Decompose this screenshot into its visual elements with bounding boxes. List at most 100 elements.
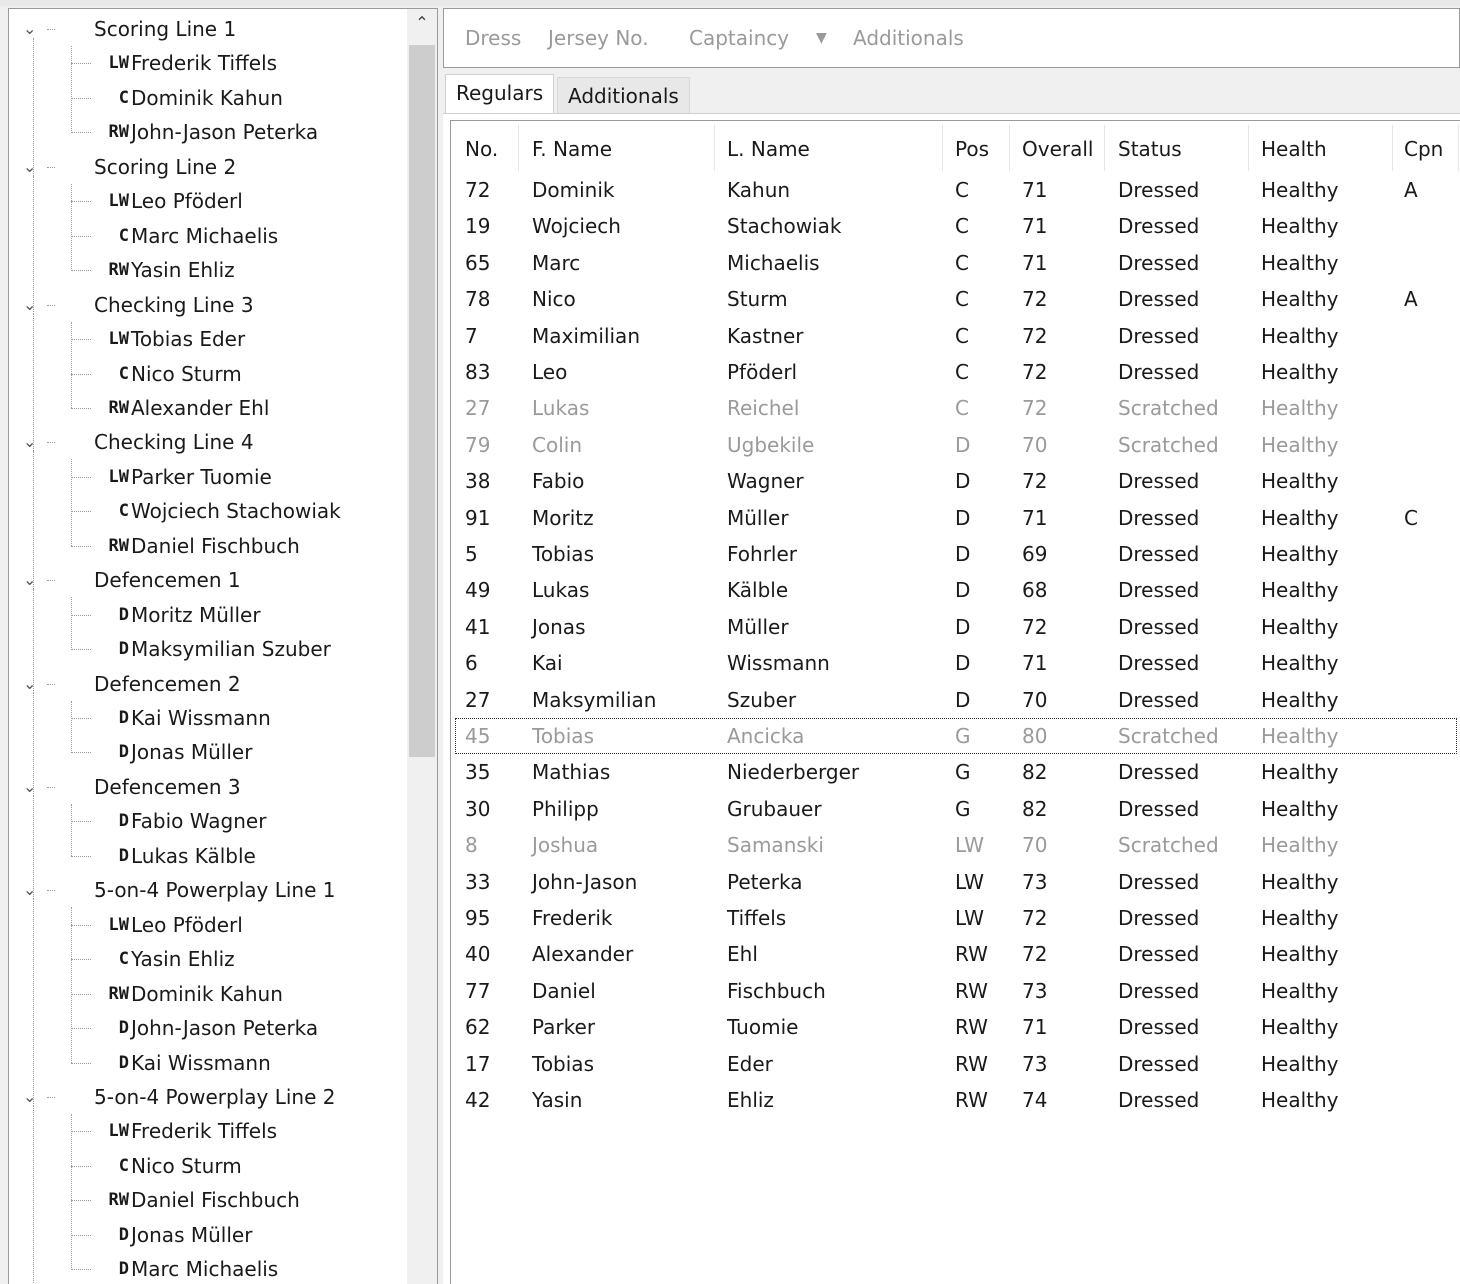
- table-row[interactable]: 83 Leo Pföderl C 72 Dressed Healthy: [451, 354, 1459, 390]
- tree-player[interactable]: D Fabio Wagner: [9, 804, 404, 838]
- tree-player[interactable]: RW Alexander Ehl: [9, 391, 404, 425]
- cell-overall: 72: [1022, 323, 1048, 348]
- tree-player[interactable]: RW Daniel Fischbuch: [9, 529, 404, 563]
- cell-first-name: Alexander: [532, 942, 634, 967]
- table-row[interactable]: 42 Yasin Ehliz RW 74 Dressed Healthy: [451, 1082, 1459, 1118]
- tab-additionals[interactable]: Additionals: [557, 77, 690, 114]
- cell-first-name: Parker: [532, 1015, 596, 1040]
- table-row[interactable]: 27 Maksymilian Szuber D 70 Dressed Healthy: [451, 682, 1459, 718]
- column-header-last-name[interactable]: L. Name: [727, 129, 810, 169]
- table-row[interactable]: 38 Fabio Wagner D 72 Dressed Healthy: [451, 463, 1459, 499]
- tree-player[interactable]: D Kai Wissmann: [9, 701, 404, 735]
- column-header-no[interactable]: No.: [465, 129, 498, 169]
- cell-status: Scratched: [1118, 396, 1219, 421]
- dress-button[interactable]: Dress: [465, 26, 521, 50]
- tree-player[interactable]: C Dominik Kahun: [9, 81, 404, 115]
- table-row[interactable]: 27 Lukas Reichel C 72 Scratched Healthy: [451, 390, 1459, 426]
- table-row[interactable]: 33 John-Jason Peterka LW 73 Dressed Healthy: [451, 864, 1459, 900]
- column-header-first-name[interactable]: F. Name: [532, 129, 612, 169]
- table-row[interactable]: 30 Philipp Grubauer G 82 Dressed Healthy: [451, 791, 1459, 827]
- jersey-no-button[interactable]: Jersey No.: [548, 26, 649, 50]
- tree-player[interactable]: D Moritz Müller: [9, 598, 404, 632]
- scrollbar-thumb[interactable]: [409, 45, 435, 757]
- table-row[interactable]: 35 Mathias Niederberger G 82 Dressed Healthy: [451, 754, 1459, 790]
- scroll-up-icon[interactable]: ⌃: [407, 13, 437, 32]
- tree-group[interactable]: ⌄ Defencemen 3: [9, 770, 404, 804]
- column-header-overall[interactable]: Overall: [1022, 129, 1093, 169]
- table-row[interactable]: 49 Lukas Kälble D 68 Dressed Healthy: [451, 572, 1459, 608]
- tree-player[interactable]: RW Daniel Fischbuch: [9, 1183, 404, 1217]
- tree-player[interactable]: C Marc Michaelis: [9, 219, 404, 253]
- tree-player[interactable]: D John-Jason Peterka: [9, 1011, 404, 1045]
- tree-player[interactable]: LW Leo Pföderl: [9, 184, 404, 218]
- tree-player[interactable]: LW Leo Pföderl: [9, 908, 404, 942]
- tree-player[interactable]: C Nico Sturm: [9, 357, 404, 391]
- table-row[interactable]: 79 Colin Ugbekile D 70 Scratched Healthy: [451, 427, 1459, 463]
- cell-pos: G: [955, 760, 971, 785]
- cell-last-name: Michaelis: [727, 250, 820, 275]
- tree-player[interactable]: RW Yasin Ehliz: [9, 253, 404, 287]
- tree-player[interactable]: RW Dominik Kahun: [9, 977, 404, 1011]
- cell-health: Healthy: [1261, 687, 1339, 712]
- table-row[interactable]: 62 Parker Tuomie RW 71 Dressed Healthy: [451, 1009, 1459, 1045]
- table-row[interactable]: 45 Tobias Ancicka G 80 Scratched Healthy: [455, 718, 1457, 754]
- tree-player[interactable]: D Lukas Kälble: [9, 839, 404, 873]
- table-row[interactable]: 19 Wojciech Stachowiak C 71 Dressed Healthy: [451, 208, 1459, 244]
- tree-player[interactable]: D Kai Wissmann: [9, 1046, 404, 1080]
- tree-group[interactable]: ⌄ Defencemen 1: [9, 563, 404, 597]
- tree-player[interactable]: LW Frederik Tiffels: [9, 46, 404, 80]
- position-badge: D: [118, 604, 129, 625]
- cell-pos: RW: [955, 942, 988, 967]
- tree-player[interactable]: D Maksymilian Szuber: [9, 632, 404, 666]
- tree-group[interactable]: ⌄ 5-on-4 Powerplay Line 1: [9, 873, 404, 907]
- cell-health: Healthy: [1261, 906, 1339, 930]
- cell-no: 6: [465, 651, 478, 676]
- cell-health: Healthy: [1261, 651, 1339, 676]
- tree-player[interactable]: LW Tobias Eder: [9, 322, 404, 356]
- cell-pos: D: [955, 687, 971, 712]
- tree-group[interactable]: ⌄ Defencemen 2: [9, 667, 404, 701]
- tree-group[interactable]: ⌄ Scoring Line 2: [9, 150, 404, 184]
- additionals-button[interactable]: Additionals: [853, 26, 964, 50]
- cell-pos: RW: [955, 978, 988, 1003]
- tree-player[interactable]: D Marc Michaelis: [9, 1252, 404, 1284]
- column-header-health[interactable]: Health: [1261, 129, 1327, 169]
- tree-group[interactable]: ⌄ Scoring Line 1: [9, 12, 404, 46]
- table-row[interactable]: 17 Tobias Eder RW 73 Dressed Healthy: [451, 1046, 1459, 1082]
- column-header-status[interactable]: Status: [1118, 129, 1182, 169]
- column-header-pos[interactable]: Pos: [955, 129, 989, 169]
- table-row[interactable]: 91 Moritz Müller D 71 Dressed Healthy C: [451, 500, 1459, 536]
- cell-overall: 72: [1022, 469, 1048, 494]
- tree-group[interactable]: ⌄ 5-on-4 Powerplay Line 2: [9, 1080, 404, 1114]
- table-row[interactable]: 7 Maximilian Kastner C 72 Dressed Healthy: [451, 318, 1459, 354]
- group-label: Defencemen 1: [94, 568, 241, 593]
- table-row[interactable]: 40 Alexander Ehl RW 72 Dressed Healthy: [451, 936, 1459, 972]
- captaincy-button[interactable]: Captaincy: [689, 26, 789, 50]
- tree-player[interactable]: RW John-Jason Peterka: [9, 115, 404, 149]
- table-row[interactable]: 72 Dominik Kahun C 71 Dressed Healthy A: [451, 172, 1459, 208]
- table-row[interactable]: 77 Daniel Fischbuch RW 73 Dressed Healthy: [451, 973, 1459, 1009]
- tree-player[interactable]: LW Frederik Tiffels: [9, 1114, 404, 1148]
- table-row[interactable]: 8 Joshua Samanski LW 70 Scratched Healthy: [451, 827, 1459, 863]
- tree-player[interactable]: C Wojciech Stachowiak: [9, 494, 404, 528]
- captaincy-dropdown-icon[interactable]: ▼: [816, 30, 827, 46]
- tree-player[interactable]: D Jonas Müller: [9, 1218, 404, 1252]
- tree-player[interactable]: C Nico Sturm: [9, 1149, 404, 1183]
- position-badge: D: [118, 1224, 129, 1245]
- table-row[interactable]: 65 Marc Michaelis C 71 Dressed Healthy: [451, 245, 1459, 281]
- tree-player[interactable]: LW Parker Tuomie: [9, 460, 404, 494]
- tree-player[interactable]: D Jonas Müller: [9, 735, 404, 769]
- table-row[interactable]: 5 Tobias Fohrler D 69 Dressed Healthy: [451, 536, 1459, 572]
- player-name: Tobias Eder: [131, 327, 246, 352]
- tree-scrollbar[interactable]: ⌃: [407, 9, 437, 1284]
- table-row[interactable]: 6 Kai Wissmann D 71 Dressed Healthy: [451, 645, 1459, 681]
- column-header-cpn[interactable]: Cpn: [1404, 129, 1443, 169]
- lines-tree[interactable]: ⌄ Scoring Line 1 LW Frederik Tiffels C D…: [8, 8, 438, 1284]
- table-row[interactable]: 78 Nico Sturm C 72 Dressed Healthy A: [451, 281, 1459, 317]
- table-row[interactable]: 41 Jonas Müller D 72 Dressed Healthy: [451, 609, 1459, 645]
- tree-group[interactable]: ⌄ Checking Line 4: [9, 425, 404, 459]
- table-row[interactable]: 95 Frederik Tiffels LW 72 Dressed Healthy: [451, 900, 1459, 936]
- tree-player[interactable]: C Yasin Ehliz: [9, 942, 404, 976]
- tab-regulars[interactable]: Regulars: [445, 74, 555, 116]
- tree-group[interactable]: ⌄ Checking Line 3: [9, 288, 404, 322]
